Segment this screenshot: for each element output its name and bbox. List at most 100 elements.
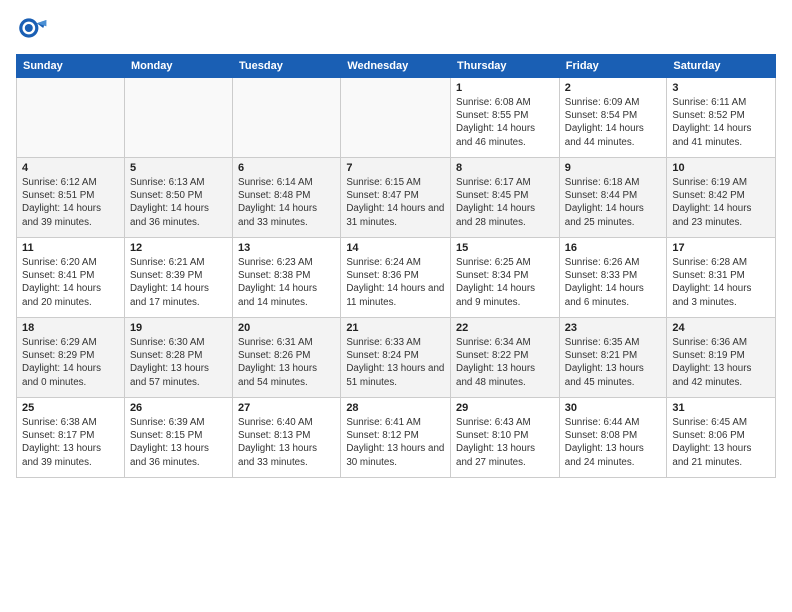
- day-info: Sunrise: 6:29 AMSunset: 8:29 PMDaylight:…: [22, 336, 119, 389]
- calendar-cell: 7 Sunrise: 6:15 AMSunset: 8:47 PMDaylight…: [341, 158, 451, 238]
- day-number: 15: [456, 242, 554, 254]
- calendar-week-row: 1 Sunrise: 6:08 AMSunset: 8:55 PMDaylight…: [17, 78, 776, 158]
- day-info: Sunrise: 6:15 AMSunset: 8:47 PMDaylight:…: [346, 176, 445, 229]
- calendar-header-friday: Friday: [559, 55, 667, 78]
- day-info: Sunrise: 6:11 AMSunset: 8:52 PMDaylight:…: [672, 96, 770, 149]
- calendar-cell: 21 Sunrise: 6:33 AMSunset: 8:24 PMDayligh…: [341, 318, 451, 398]
- day-info: Sunrise: 6:30 AMSunset: 8:28 PMDaylight:…: [130, 336, 227, 389]
- calendar-cell: 20Sunrise: 6:31 AMSunset: 8:26 PMDayligh…: [233, 318, 341, 398]
- day-info: Sunrise: 6:38 AMSunset: 8:17 PMDaylight:…: [22, 416, 119, 469]
- calendar-cell: 6 Sunrise: 6:14 AMSunset: 8:48 PMDaylight…: [233, 158, 341, 238]
- day-info: Sunrise: 6:23 AMSunset: 8:38 PMDaylight:…: [238, 256, 335, 309]
- calendar-cell: 15 Sunrise: 6:25 AMSunset: 8:34 PMDayligh…: [451, 238, 560, 318]
- calendar-cell: 28Sunrise: 6:41 AMSunset: 8:12 PMDayligh…: [341, 398, 451, 478]
- day-number: 9: [565, 162, 662, 174]
- day-number: 14: [346, 242, 445, 254]
- calendar-cell: 25 Sunrise: 6:38 AMSunset: 8:17 PMDayligh…: [17, 398, 125, 478]
- calendar-header-monday: Monday: [124, 55, 232, 78]
- day-info: Sunrise: 6:17 AMSunset: 8:45 PMDaylight:…: [456, 176, 554, 229]
- day-number: 31: [672, 402, 770, 414]
- calendar-cell: 5 Sunrise: 6:13 AMSunset: 8:50 PMDaylight…: [124, 158, 232, 238]
- calendar-cell: 10Sunrise: 6:19 AMSunset: 8:42 PMDayligh…: [667, 158, 776, 238]
- day-info: Sunrise: 6:36 AMSunset: 8:19 PMDaylight:…: [672, 336, 770, 389]
- calendar-cell: 1 Sunrise: 6:08 AMSunset: 8:55 PMDaylight…: [451, 78, 560, 158]
- day-number: 13: [238, 242, 335, 254]
- calendar-header-sunday: Sunday: [17, 55, 125, 78]
- day-number: 25: [22, 402, 119, 414]
- day-number: 5: [130, 162, 227, 174]
- day-info: Sunrise: 6:33 AMSunset: 8:24 PMDaylight:…: [346, 336, 445, 389]
- calendar-header-saturday: Saturday: [667, 55, 776, 78]
- calendar-week-row: 25 Sunrise: 6:38 AMSunset: 8:17 PMDayligh…: [17, 398, 776, 478]
- calendar-cell: [17, 78, 125, 158]
- calendar-cell: [341, 78, 451, 158]
- day-info: Sunrise: 6:20 AMSunset: 8:41 PMDaylight:…: [22, 256, 119, 309]
- day-info: Sunrise: 6:08 AMSunset: 8:55 PMDaylight:…: [456, 96, 554, 149]
- calendar-cell: 23 Sunrise: 6:35 AMSunset: 8:21 PMDayligh…: [559, 318, 667, 398]
- day-info: Sunrise: 6:12 AMSunset: 8:51 PMDaylight:…: [22, 176, 119, 229]
- calendar-cell: 9 Sunrise: 6:18 AMSunset: 8:44 PMDaylight…: [559, 158, 667, 238]
- calendar-week-row: 18Sunrise: 6:29 AMSunset: 8:29 PMDayligh…: [17, 318, 776, 398]
- day-info: Sunrise: 6:18 AMSunset: 8:44 PMDaylight:…: [565, 176, 662, 229]
- day-info: Sunrise: 6:35 AMSunset: 8:21 PMDaylight:…: [565, 336, 662, 389]
- day-number: 4: [22, 162, 119, 174]
- calendar-cell: 24 Sunrise: 6:36 AMSunset: 8:19 PMDayligh…: [667, 318, 776, 398]
- day-info: Sunrise: 6:19 AMSunset: 8:42 PMDaylight:…: [672, 176, 770, 229]
- day-number: 12: [130, 242, 227, 254]
- day-info: Sunrise: 6:41 AMSunset: 8:12 PMDaylight:…: [346, 416, 445, 469]
- day-info: Sunrise: 6:09 AMSunset: 8:54 PMDaylight:…: [565, 96, 662, 149]
- day-info: Sunrise: 6:13 AMSunset: 8:50 PMDaylight:…: [130, 176, 227, 229]
- calendar-cell: 18Sunrise: 6:29 AMSunset: 8:29 PMDayligh…: [17, 318, 125, 398]
- day-info: Sunrise: 6:39 AMSunset: 8:15 PMDaylight:…: [130, 416, 227, 469]
- calendar-cell: 19 Sunrise: 6:30 AMSunset: 8:28 PMDayligh…: [124, 318, 232, 398]
- day-number: 7: [346, 162, 445, 174]
- day-number: 3: [672, 82, 770, 94]
- calendar-cell: 27 Sunrise: 6:40 AMSunset: 8:13 PMDayligh…: [233, 398, 341, 478]
- calendar-cell: 26 Sunrise: 6:39 AMSunset: 8:15 PMDayligh…: [124, 398, 232, 478]
- day-number: 17: [672, 242, 770, 254]
- calendar-cell: 31 Sunrise: 6:45 AMSunset: 8:06 PMDayligh…: [667, 398, 776, 478]
- day-info: Sunrise: 6:34 AMSunset: 8:22 PMDaylight:…: [456, 336, 554, 389]
- day-number: 1: [456, 82, 554, 94]
- day-number: 6: [238, 162, 335, 174]
- calendar-header-tuesday: Tuesday: [233, 55, 341, 78]
- day-info: Sunrise: 6:28 AMSunset: 8:31 PMDaylight:…: [672, 256, 770, 309]
- calendar-cell: 22Sunrise: 6:34 AMSunset: 8:22 PMDayligh…: [451, 318, 560, 398]
- day-number: 27: [238, 402, 335, 414]
- calendar-cell: 17 Sunrise: 6:28 AMSunset: 8:31 PMDayligh…: [667, 238, 776, 318]
- calendar-cell: 2 Sunrise: 6:09 AMSunset: 8:54 PMDaylight…: [559, 78, 667, 158]
- day-info: Sunrise: 6:21 AMSunset: 8:39 PMDaylight:…: [130, 256, 227, 309]
- calendar-cell: 30 Sunrise: 6:44 AMSunset: 8:08 PMDayligh…: [559, 398, 667, 478]
- calendar-cell: 12 Sunrise: 6:21 AMSunset: 8:39 PMDayligh…: [124, 238, 232, 318]
- day-number: 24: [672, 322, 770, 334]
- day-number: 2: [565, 82, 662, 94]
- day-info: Sunrise: 6:40 AMSunset: 8:13 PMDaylight:…: [238, 416, 335, 469]
- day-info: Sunrise: 6:45 AMSunset: 8:06 PMDaylight:…: [672, 416, 770, 469]
- day-number: 26: [130, 402, 227, 414]
- logo-icon: [16, 12, 48, 44]
- calendar-cell: 29 Sunrise: 6:43 AMSunset: 8:10 PMDayligh…: [451, 398, 560, 478]
- calendar-header-row: SundayMondayTuesdayWednesdayThursdayFrid…: [17, 55, 776, 78]
- calendar-header-wednesday: Wednesday: [341, 55, 451, 78]
- calendar-header-thursday: Thursday: [451, 55, 560, 78]
- day-number: 23: [565, 322, 662, 334]
- day-info: Sunrise: 6:24 AMSunset: 8:36 PMDaylight:…: [346, 256, 445, 309]
- calendar-cell: [124, 78, 232, 158]
- calendar-cell: 13 Sunrise: 6:23 AMSunset: 8:38 PMDayligh…: [233, 238, 341, 318]
- day-number: 29: [456, 402, 554, 414]
- day-number: 21: [346, 322, 445, 334]
- calendar-table: SundayMondayTuesdayWednesdayThursdayFrid…: [16, 54, 776, 478]
- page: SundayMondayTuesdayWednesdayThursdayFrid…: [0, 0, 792, 612]
- day-info: Sunrise: 6:44 AMSunset: 8:08 PMDaylight:…: [565, 416, 662, 469]
- calendar-cell: 16Sunrise: 6:26 AMSunset: 8:33 PMDayligh…: [559, 238, 667, 318]
- calendar-week-row: 4 Sunrise: 6:12 AMSunset: 8:51 PMDaylight…: [17, 158, 776, 238]
- day-info: Sunrise: 6:25 AMSunset: 8:34 PMDaylight:…: [456, 256, 554, 309]
- day-info: Sunrise: 6:14 AMSunset: 8:48 PMDaylight:…: [238, 176, 335, 229]
- day-info: Sunrise: 6:43 AMSunset: 8:10 PMDaylight:…: [456, 416, 554, 469]
- calendar-cell: [233, 78, 341, 158]
- day-number: 20: [238, 322, 335, 334]
- day-number: 30: [565, 402, 662, 414]
- calendar-cell: 14 Sunrise: 6:24 AMSunset: 8:36 PMDayligh…: [341, 238, 451, 318]
- day-number: 16: [565, 242, 662, 254]
- day-number: 19: [130, 322, 227, 334]
